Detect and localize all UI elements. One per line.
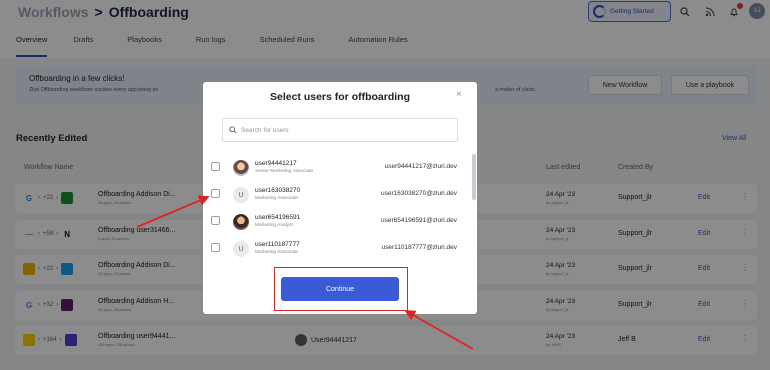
user-checkbox[interactable] xyxy=(211,243,220,252)
avatar xyxy=(233,214,249,230)
user-list-item[interactable]: U user110187777 Marketing Associate user… xyxy=(203,235,471,261)
user-list-item[interactable]: U user163038270 Marketing Associate user… xyxy=(203,181,471,207)
user-checkbox[interactable] xyxy=(211,189,220,198)
user-name: user110187777 xyxy=(255,241,300,248)
user-name: user94441217 xyxy=(255,160,297,167)
user-title: Marketing Associate xyxy=(255,195,298,201)
user-list-item[interactable]: user94441217 Senior Marketing Associate … xyxy=(203,154,471,180)
user-list: user94441217 Senior Marketing Associate … xyxy=(203,154,477,264)
close-icon[interactable]: × xyxy=(456,89,462,100)
user-name: user163038270 xyxy=(255,187,301,194)
list-scrollbar[interactable] xyxy=(472,154,476,200)
avatar xyxy=(233,160,249,176)
user-checkbox[interactable] xyxy=(211,162,220,171)
modal-title: Select users for offboarding xyxy=(269,91,411,103)
user-title: Marketing Associate xyxy=(255,249,298,255)
user-title: Marketing Analyst xyxy=(255,222,293,228)
user-checkbox[interactable] xyxy=(211,216,220,225)
user-title: Senior Marketing Associate xyxy=(255,168,314,174)
user-email: user163038270@zluri.dev xyxy=(381,190,457,197)
avatar: U xyxy=(233,187,249,203)
search-input[interactable] xyxy=(241,126,441,134)
search-icon xyxy=(229,126,237,134)
annotation-highlight-box xyxy=(274,267,408,311)
avatar: U xyxy=(233,241,249,257)
user-name: user654196591 xyxy=(255,214,301,221)
user-email: user94441217@zluri.dev xyxy=(384,163,457,170)
search-field[interactable] xyxy=(222,118,458,142)
user-email: user654196591@zluri.dev xyxy=(381,217,457,224)
user-list-item[interactable]: user654196591 Marketing Analyst user6541… xyxy=(203,208,471,234)
user-email: user110187777@zluri.dev xyxy=(381,244,458,251)
